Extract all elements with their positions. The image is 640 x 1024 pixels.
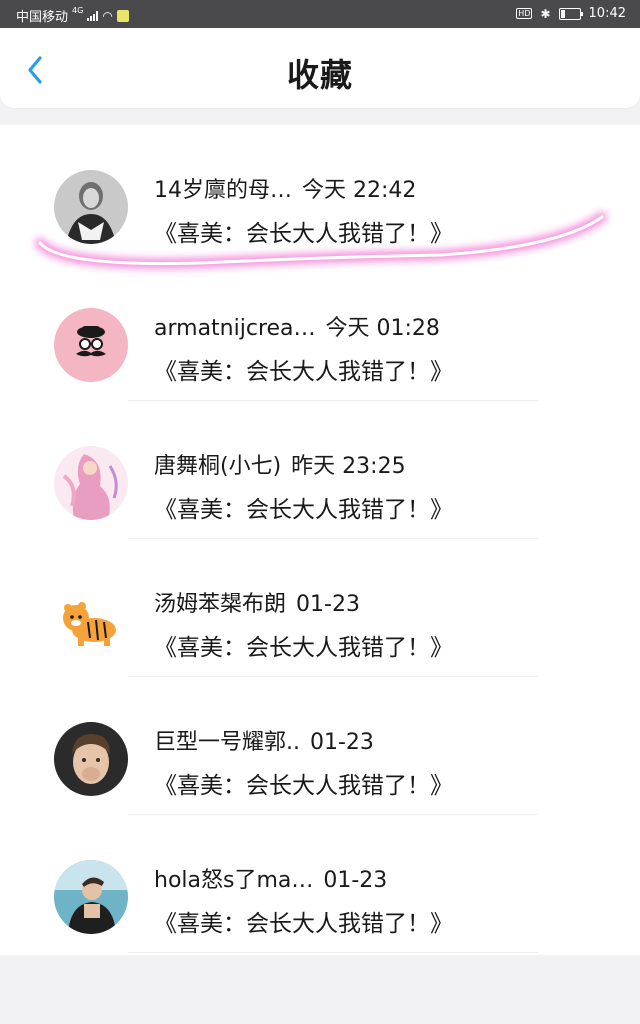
anime-girl-avatar [54, 446, 128, 520]
item-message: 《喜美：会长大人我错了！》 [154, 911, 453, 937]
timestamp: 01-23 [296, 592, 360, 617]
list-item[interactable]: armatnijcrea… 今天 01:28 《喜美：会长大人我错了！》 [0, 263, 640, 401]
network-label: 4G [72, 6, 84, 15]
mustache-hat-avatar [54, 308, 128, 382]
item-message: 《喜美：会长大人我错了！》 [154, 221, 453, 247]
user-name: 汤姆苯槼布朗 [154, 592, 287, 617]
clock: 10:42 [588, 6, 626, 21]
timestamp: 01-23 [310, 730, 374, 755]
tiger-avatar [54, 584, 128, 658]
item-title-line: 巨型一号耀郭.. 01-23 [154, 724, 374, 756]
carrier-label: 中国移动 [16, 10, 69, 25]
list-item[interactable]: 唐舞桐(小七) 昨天 23:25 《喜美：会长大人我错了！》 [0, 401, 640, 539]
timestamp: 昨天 23:25 [291, 454, 406, 479]
signal-icon [87, 10, 99, 21]
item-title-line: 汤姆苯槼布朗 01-23 [154, 586, 360, 618]
item-message: 《喜美：会长大人我错了！》 [154, 359, 453, 385]
timestamp: 01-23 [323, 868, 388, 893]
item-message: 《喜美：会长大人我错了！》 [154, 635, 453, 661]
header-bar: 收藏 [0, 28, 640, 108]
user-name: hola怒s了ma… [154, 868, 314, 893]
status-bar: 中国移动 4G ◠ HD ✱ 10:42 [0, 0, 640, 28]
item-title-line: armatnijcrea… 今天 01:28 [154, 310, 440, 342]
woman-portrait-avatar [54, 170, 128, 244]
hd-icon: HD [516, 8, 533, 19]
divider [128, 952, 538, 953]
notification-app-icon [116, 9, 129, 22]
item-title-line: 唐舞桐(小七) 昨天 23:25 [154, 448, 406, 480]
status-bar-right: HD ✱ 10:42 [516, 6, 626, 21]
battery-icon [558, 7, 583, 20]
user-name: armatnijcrea… [154, 316, 316, 341]
status-bar-left: 中国移动 4G ◠ [16, 6, 129, 25]
page-title: 收藏 [286, 56, 353, 94]
favorites-list: 14岁廪的母… 今天 22:42 《喜美：会长大人我错了！》 armatnijcr… [0, 125, 640, 955]
list-item[interactable]: 14岁廪的母… 今天 22:42 《喜美：会长大人我错了！》 [0, 125, 640, 263]
list-item[interactable]: 汤姆苯槼布朗 01-23 《喜美：会长大人我错了！》 [0, 539, 640, 677]
wifi-icon: ◠ [102, 8, 113, 23]
item-title-line: 14岁廪的母… 今天 22:42 [154, 172, 416, 204]
child-avatar [54, 722, 128, 796]
timestamp: 今天 01:28 [325, 316, 440, 341]
item-message: 《喜美：会长大人我错了！》 [154, 497, 453, 523]
user-name: 14岁廪的母… [154, 178, 292, 203]
user-name: 唐舞桐(小七) [154, 454, 282, 479]
item-message: 《喜美：会长大人我错了！》 [154, 773, 453, 799]
man-avatar [54, 860, 128, 934]
list-item[interactable]: 巨型一号耀郭.. 01-23 《喜美：会长大人我错了！》 [0, 677, 640, 815]
timestamp: 今天 22:42 [302, 178, 417, 203]
bluetooth-icon: ✱ [540, 6, 551, 21]
user-name: 巨型一号耀郭.. [154, 730, 300, 755]
list-item[interactable]: hola怒s了ma… 01-23 《喜美：会长大人我错了！》 [0, 815, 640, 953]
item-title-line: hola怒s了ma… 01-23 [154, 862, 387, 894]
